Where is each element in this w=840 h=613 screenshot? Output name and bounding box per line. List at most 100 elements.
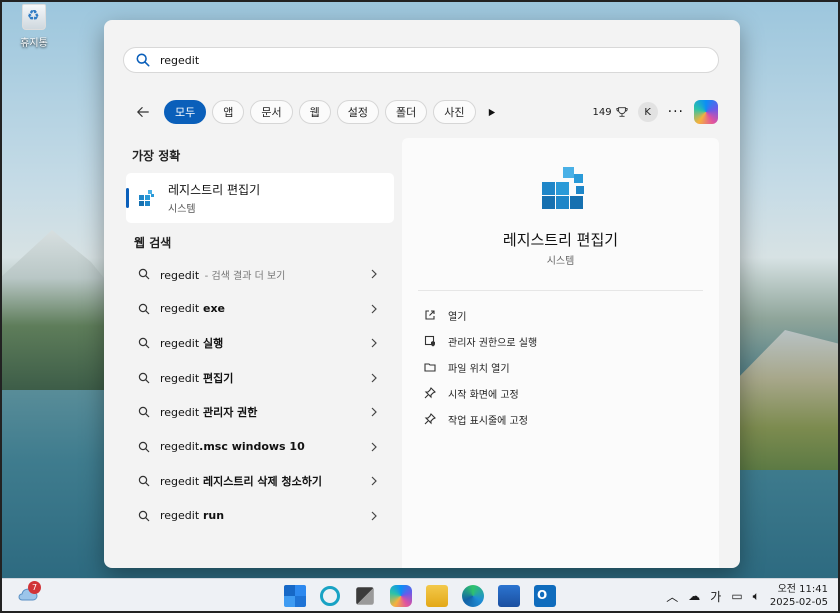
filter-chip-all[interactable]: 모두 xyxy=(164,100,207,124)
back-arrow-icon[interactable] xyxy=(132,101,154,123)
filter-chip-settings[interactable]: 설정 xyxy=(336,100,379,124)
edge-browser-icon[interactable] xyxy=(462,585,484,607)
filter-bar: 모두 앱 문서 웹 설정 폴더 사진 xyxy=(132,100,502,124)
action-open[interactable]: 열기 xyxy=(424,302,537,328)
web-item-suggestion: exe xyxy=(199,302,226,316)
web-item-subtext: - 검색 결과 더 보기 xyxy=(204,270,286,282)
recycle-bin-label: 휴지통 xyxy=(20,38,48,49)
web-item-suggestion: 관리자 권한 xyxy=(199,406,258,420)
web-search-item[interactable]: regedit 관리자 권한 xyxy=(126,395,394,430)
web-search-item[interactable]: regedit 편집기 xyxy=(126,361,394,396)
chevron-right-icon xyxy=(371,442,377,451)
more-options-icon[interactable]: ··· xyxy=(668,104,684,120)
chevron-right-icon xyxy=(371,304,377,313)
detail-app-name: 레지스트리 편집기 xyxy=(502,231,619,249)
admin-shield-icon xyxy=(424,335,435,347)
best-match-title: 레지스트리 편집기 xyxy=(168,183,261,197)
search-icon xyxy=(138,372,150,384)
microsoft-store-icon[interactable] xyxy=(498,585,520,607)
chevron-right-icon xyxy=(371,373,377,382)
search-icon xyxy=(138,441,150,453)
web-search-item[interactable]: regedit - 검색 결과 더 보기 xyxy=(126,257,394,292)
web-search-item[interactable]: regedit run xyxy=(126,499,394,534)
web-search-heading: 웹 검색 xyxy=(134,236,172,250)
web-item-query: regedit xyxy=(160,268,200,282)
chevron-right-icon xyxy=(371,476,377,486)
start-button-windows-icon[interactable] xyxy=(284,585,306,607)
onedrive-cloud-icon[interactable]: ☁ xyxy=(688,589,700,603)
detail-actions: 열기 관리자 권한으로 실행 파일 위치 열기 시작 화면에 고정 작업 표시줄… xyxy=(424,302,537,432)
action-label: 관리자 권한으로 실행 xyxy=(448,337,538,349)
search-panel: 모두 앱 문서 웹 설정 폴더 사진 149 K ··· 가장 정확 레지스트리… xyxy=(104,20,740,568)
action-pin-to-taskbar[interactable]: 작업 표시줄에 고정 xyxy=(424,406,537,432)
filter-chip-apps[interactable]: 앱 xyxy=(212,100,245,124)
chevron-right-icon xyxy=(371,511,377,520)
web-item-query: regedit xyxy=(160,475,200,489)
action-pin-to-start[interactable]: 시작 화면에 고정 xyxy=(424,380,537,406)
search-icon xyxy=(136,53,150,67)
taskbar: 7 ︿ ☁ 가 ▭ 🔈︎ 오전 11:41 2025-02-05 xyxy=(2,578,838,611)
pin-icon xyxy=(424,387,436,399)
action-label: 파일 위치 열기 xyxy=(448,363,510,375)
web-search-item[interactable]: regedit exe xyxy=(126,292,394,327)
web-item-suggestion: 실행 xyxy=(199,337,224,351)
file-explorer-icon[interactable] xyxy=(426,585,448,607)
filter-chip-folders[interactable]: 폴더 xyxy=(385,100,428,124)
web-item-suggestion: .msc windows 10 xyxy=(199,440,305,454)
filter-chip-documents[interactable]: 문서 xyxy=(250,100,293,124)
trophy-icon xyxy=(616,107,628,117)
chevron-right-icon xyxy=(371,338,377,348)
action-open-file-location[interactable]: 파일 위치 열기 xyxy=(424,354,537,380)
search-icon xyxy=(138,510,150,522)
best-match-subtitle: 시스템 xyxy=(168,204,196,215)
chevron-right-icon xyxy=(371,407,377,417)
best-match-result[interactable]: 레지스트리 편집기 시스템 xyxy=(126,173,394,223)
web-item-query: regedit xyxy=(160,406,200,420)
outlook-icon[interactable] xyxy=(534,585,556,607)
web-item-suggestion: 레지스트리 삭제 청소하기 xyxy=(199,475,322,489)
taskbar-apps xyxy=(284,585,556,607)
open-icon xyxy=(425,310,435,320)
action-label: 시작 화면에 고정 xyxy=(448,389,519,401)
filter-chip-web[interactable]: 웹 xyxy=(298,100,331,124)
clock-date: 2025-02-05 xyxy=(769,597,828,608)
filter-bar-right: 149 K ··· xyxy=(593,100,718,124)
best-match-heading: 가장 정확 xyxy=(132,149,181,163)
web-search-item[interactable]: regedit 실행 xyxy=(126,326,394,361)
taskbar-copilot-icon[interactable] xyxy=(390,585,412,607)
network-icon[interactable]: ▭ xyxy=(731,589,742,603)
search-input[interactable] xyxy=(160,53,680,67)
pin-icon xyxy=(424,413,436,425)
search-icon xyxy=(138,338,150,349)
registry-editor-icon xyxy=(139,190,154,206)
web-item-query: regedit xyxy=(160,440,200,454)
folder-icon xyxy=(424,363,436,372)
web-item-query: regedit xyxy=(160,371,200,385)
web-search-item[interactable]: regedit 레지스트리 삭제 청소하기 xyxy=(126,464,394,499)
search-icon xyxy=(138,407,150,418)
system-tray: ︿ ☁ 가 ▭ 🔈︎ 오전 11:41 2025-02-05 xyxy=(666,583,828,609)
ime-language-indicator[interactable]: 가 xyxy=(710,588,721,605)
search-box[interactable] xyxy=(123,47,719,73)
clock[interactable]: 오전 11:41 2025-02-05 xyxy=(770,583,828,609)
copilot-icon[interactable] xyxy=(694,100,718,124)
recycle-bin-desktop-icon[interactable]: 휴지통 xyxy=(14,4,54,49)
registry-editor-large-icon xyxy=(542,167,584,209)
chevron-up-icon[interactable]: ︿ xyxy=(666,588,678,605)
action-run-as-admin[interactable]: 관리자 권한으로 실행 xyxy=(424,328,537,354)
task-view-icon[interactable] xyxy=(356,587,374,605)
taskbar-search-icon[interactable] xyxy=(320,586,340,606)
web-item-query: regedit xyxy=(160,302,200,316)
search-icon xyxy=(138,303,150,315)
search-icon xyxy=(138,269,150,280)
detail-pane: 레지스트리 편집기 시스템 열기 관리자 권한으로 실행 파일 위치 열기 시작… xyxy=(402,138,719,568)
rewards-points[interactable]: 149 xyxy=(593,106,628,118)
volume-icon[interactable]: 🔈︎ xyxy=(753,589,760,604)
action-label: 작업 표시줄에 고정 xyxy=(448,415,528,427)
more-filters-play-icon[interactable] xyxy=(482,100,502,124)
filter-chip-photos[interactable]: 사진 xyxy=(433,100,476,124)
wallpaper-right-hill xyxy=(730,330,840,470)
account-avatar[interactable]: K xyxy=(637,102,658,122)
selection-indicator xyxy=(126,188,129,208)
web-search-item[interactable]: regedit.msc windows 10 xyxy=(126,430,394,465)
